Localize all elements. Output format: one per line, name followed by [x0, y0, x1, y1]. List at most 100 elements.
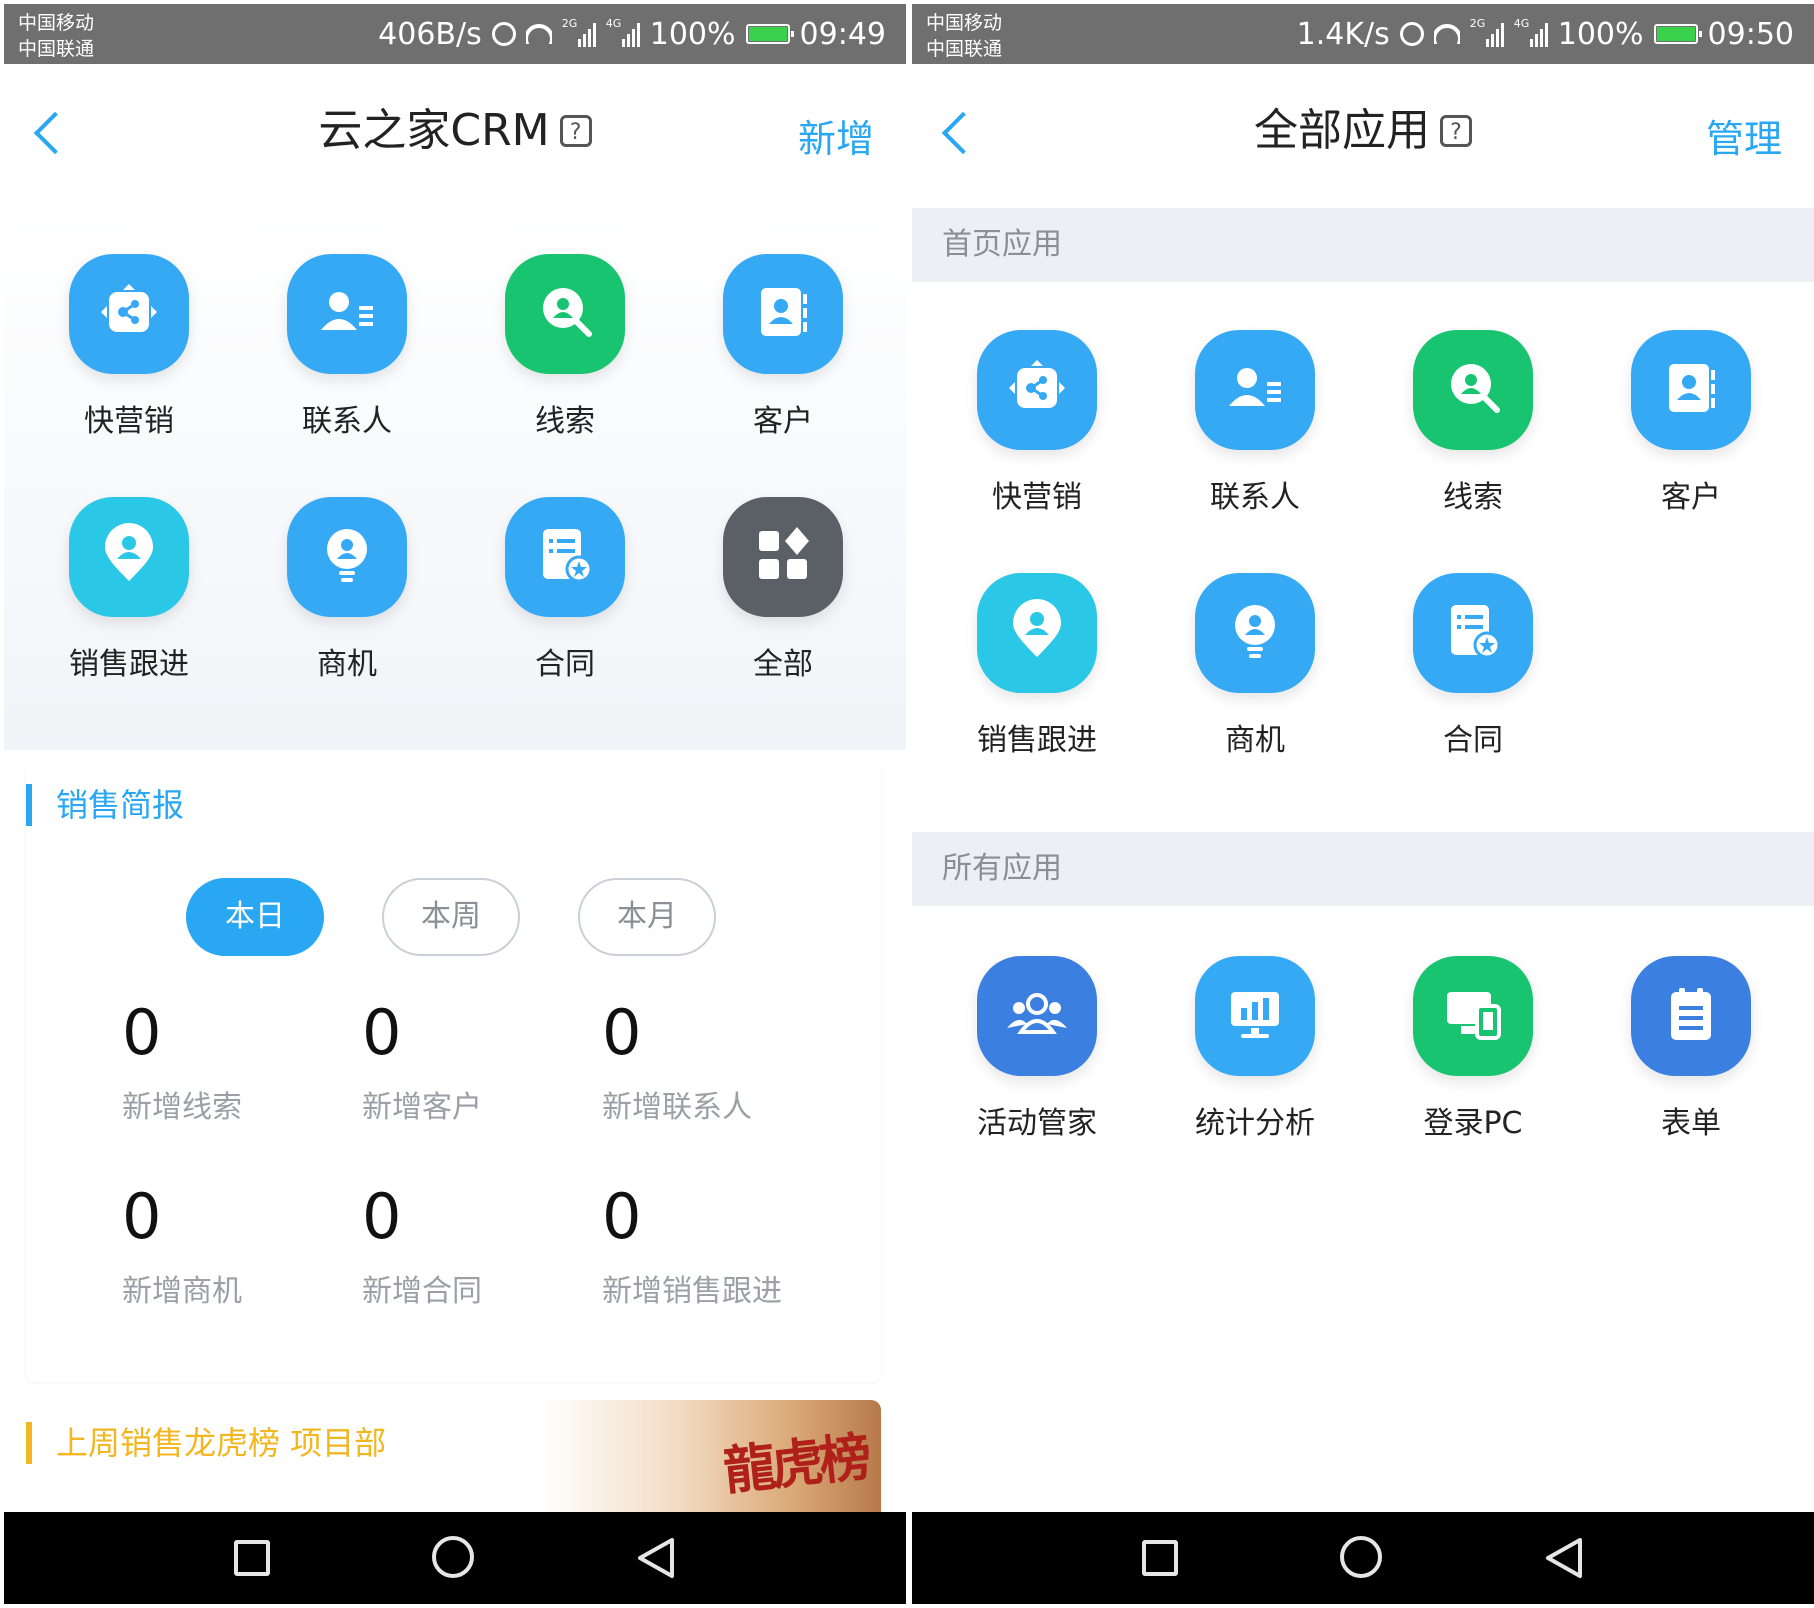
system-back-button[interactable] [634, 1536, 678, 1580]
carrier-names: 中国移动 中国联通 [18, 10, 94, 62]
stat-label: 新增商机 [122, 1274, 242, 1309]
app-tile[interactable]: 活动管家 [928, 956, 1146, 1199]
add-new-button[interactable]: 新增 [798, 108, 874, 163]
system-back-button[interactable] [1542, 1536, 1586, 1580]
share-nodes-icon-glyph [97, 280, 161, 348]
clock: 09:49 [799, 16, 886, 52]
app-tile[interactable]: 合同 [1364, 573, 1582, 816]
app-label: 统计分析 [1195, 1106, 1315, 1141]
carrier-2: 中国联通 [926, 38, 1003, 60]
page-title-text: 全部应用 [1254, 105, 1430, 156]
app-tile[interactable]: 全部 [674, 497, 892, 740]
all-apps-grid: 活动管家 统计分析 登录PC 表单 [928, 956, 1808, 1199]
stat-new-contracts[interactable]: 0 新增合同 [362, 1182, 602, 1310]
app-tile[interactable]: 统计分析 [1146, 956, 1364, 1199]
app-tile[interactable]: 快营销 [20, 254, 238, 497]
signal-2g-icon: 2G [1470, 17, 1504, 47]
stat-label: 新增线索 [122, 1090, 242, 1125]
carrier-2: 中国联通 [18, 38, 95, 60]
app-tile[interactable]: 销售跟进 [20, 497, 238, 740]
app-header: 云之家CRM? 新增 [4, 64, 906, 214]
crm-home-screen: 中国移动 中国联通 406B/s 2G 4G 100% 09:49 云之家CRM… [4, 4, 906, 1604]
share-nodes-icon [69, 254, 189, 374]
document-star-icon-glyph [533, 523, 597, 591]
bar-chart-icon-glyph [1223, 982, 1287, 1050]
stat-label: 新增联系人 [602, 1090, 752, 1125]
manage-button[interactable]: 管理 [1706, 108, 1782, 163]
stat-value: 0 [362, 996, 402, 1069]
recent-apps-button[interactable] [1142, 1540, 1178, 1576]
sales-brief-card: 销售简报 本日 本周 本月 0 新增线索 0 新增客户 0 新增联系人 0 新增… [26, 762, 881, 1382]
battery-icon [1653, 24, 1702, 44]
app-tile[interactable]: 客户 [1582, 330, 1800, 573]
network-speed: 406B/s [378, 16, 482, 52]
recent-apps-button[interactable] [234, 1540, 270, 1576]
all-apps-screen: 中国移动 中国联通 1.4K/s 2G 4G 100% 09:50 全部应用? … [912, 4, 1814, 1604]
contact-list-icon [1195, 330, 1315, 450]
app-tile[interactable]: 商机 [1146, 573, 1364, 816]
status-indicators: 406B/s 2G 4G 100% 09:49 [378, 12, 886, 56]
page-title: 云之家CRM? [4, 104, 906, 158]
app-tile[interactable]: 线索 [456, 254, 674, 497]
people-group-icon-glyph [1005, 982, 1069, 1050]
search-person-icon [1413, 330, 1533, 450]
stat-new-customers[interactable]: 0 新增客户 [362, 998, 602, 1126]
app-tile[interactable]: 线索 [1364, 330, 1582, 573]
app-tile[interactable]: 快营销 [928, 330, 1146, 573]
sales-brief-title: 销售简报 [56, 786, 185, 824]
stat-value: 0 [602, 1180, 642, 1253]
battery-percent: 100% [649, 16, 736, 52]
all-apps-section-header: 所有应用 [912, 832, 1814, 906]
app-tile[interactable]: 合同 [456, 497, 674, 740]
address-book-icon [1631, 330, 1751, 450]
stat-new-opportunities[interactable]: 0 新增商机 [122, 1182, 362, 1310]
app-tile[interactable]: 表单 [1582, 956, 1800, 1199]
app-grid-area: 快营销 联系人 线索 客户销售跟进 商机 合同 全部 [4, 214, 906, 750]
app-tile[interactable]: 联系人 [1146, 330, 1364, 573]
app-label: 快营销 [84, 404, 174, 439]
app-tile[interactable]: 联系人 [238, 254, 456, 497]
address-book-icon-glyph [751, 280, 815, 348]
app-tile[interactable]: 登录PC [1364, 956, 1582, 1199]
app-label: 活动管家 [977, 1106, 1097, 1141]
app-tile[interactable]: 商机 [238, 497, 456, 740]
period-today-button[interactable]: 本日 [186, 878, 324, 956]
help-icon[interactable]: ? [1440, 115, 1472, 147]
clock: 09:50 [1707, 16, 1794, 52]
stat-new-contacts[interactable]: 0 新增联系人 [602, 998, 842, 1126]
app-tile[interactable]: 销售跟进 [928, 573, 1146, 816]
app-label: 客户 [753, 404, 813, 439]
status-bar: 中国移动 中国联通 1.4K/s 2G 4G 100% 09:50 [912, 4, 1814, 64]
stat-value: 0 [122, 996, 162, 1069]
period-month-button[interactable]: 本月 [578, 878, 716, 956]
home-button[interactable] [432, 1536, 474, 1578]
location-pin-icon-glyph [97, 523, 161, 591]
app-label: 快营销 [992, 480, 1082, 515]
carrier-1: 中国移动 [926, 12, 1003, 34]
stat-label: 新增合同 [362, 1274, 482, 1309]
system-nav-bar [4, 1512, 906, 1604]
lightbulb-icon [287, 497, 407, 617]
app-tile[interactable]: 客户 [674, 254, 892, 497]
battery-icon [745, 24, 794, 44]
help-icon[interactable]: ? [559, 115, 592, 147]
signal-4g-icon: 4G [606, 17, 640, 47]
lightbulb-icon-glyph [315, 523, 379, 591]
page-title-text: 云之家CRM [318, 105, 550, 156]
stat-new-leads[interactable]: 0 新增线索 [122, 998, 362, 1126]
search-person-icon [505, 254, 625, 374]
wifi-icon [525, 24, 552, 44]
ranking-card[interactable]: 龍虎榜 上周销售龙虎榜 项目部 [26, 1400, 881, 1520]
app-grid: 快营销 联系人 线索 客户销售跟进 商机 合同 全部 [4, 214, 906, 740]
stat-new-followups[interactable]: 0 新增销售跟进 [602, 1182, 842, 1310]
document-star-icon-glyph [1441, 599, 1505, 667]
period-week-button[interactable]: 本周 [382, 878, 520, 956]
ranking-title: 上周销售龙虎榜 项目部 [56, 1424, 387, 1462]
home-button[interactable] [1340, 1536, 1382, 1578]
app-label: 全部 [753, 647, 813, 682]
grid-apps-icon [723, 497, 843, 617]
page-title: 全部应用? [912, 104, 1814, 158]
clipboard-form-icon-glyph [1659, 982, 1723, 1050]
location-pin-icon [977, 573, 1097, 693]
contact-list-icon-glyph [1223, 356, 1287, 424]
